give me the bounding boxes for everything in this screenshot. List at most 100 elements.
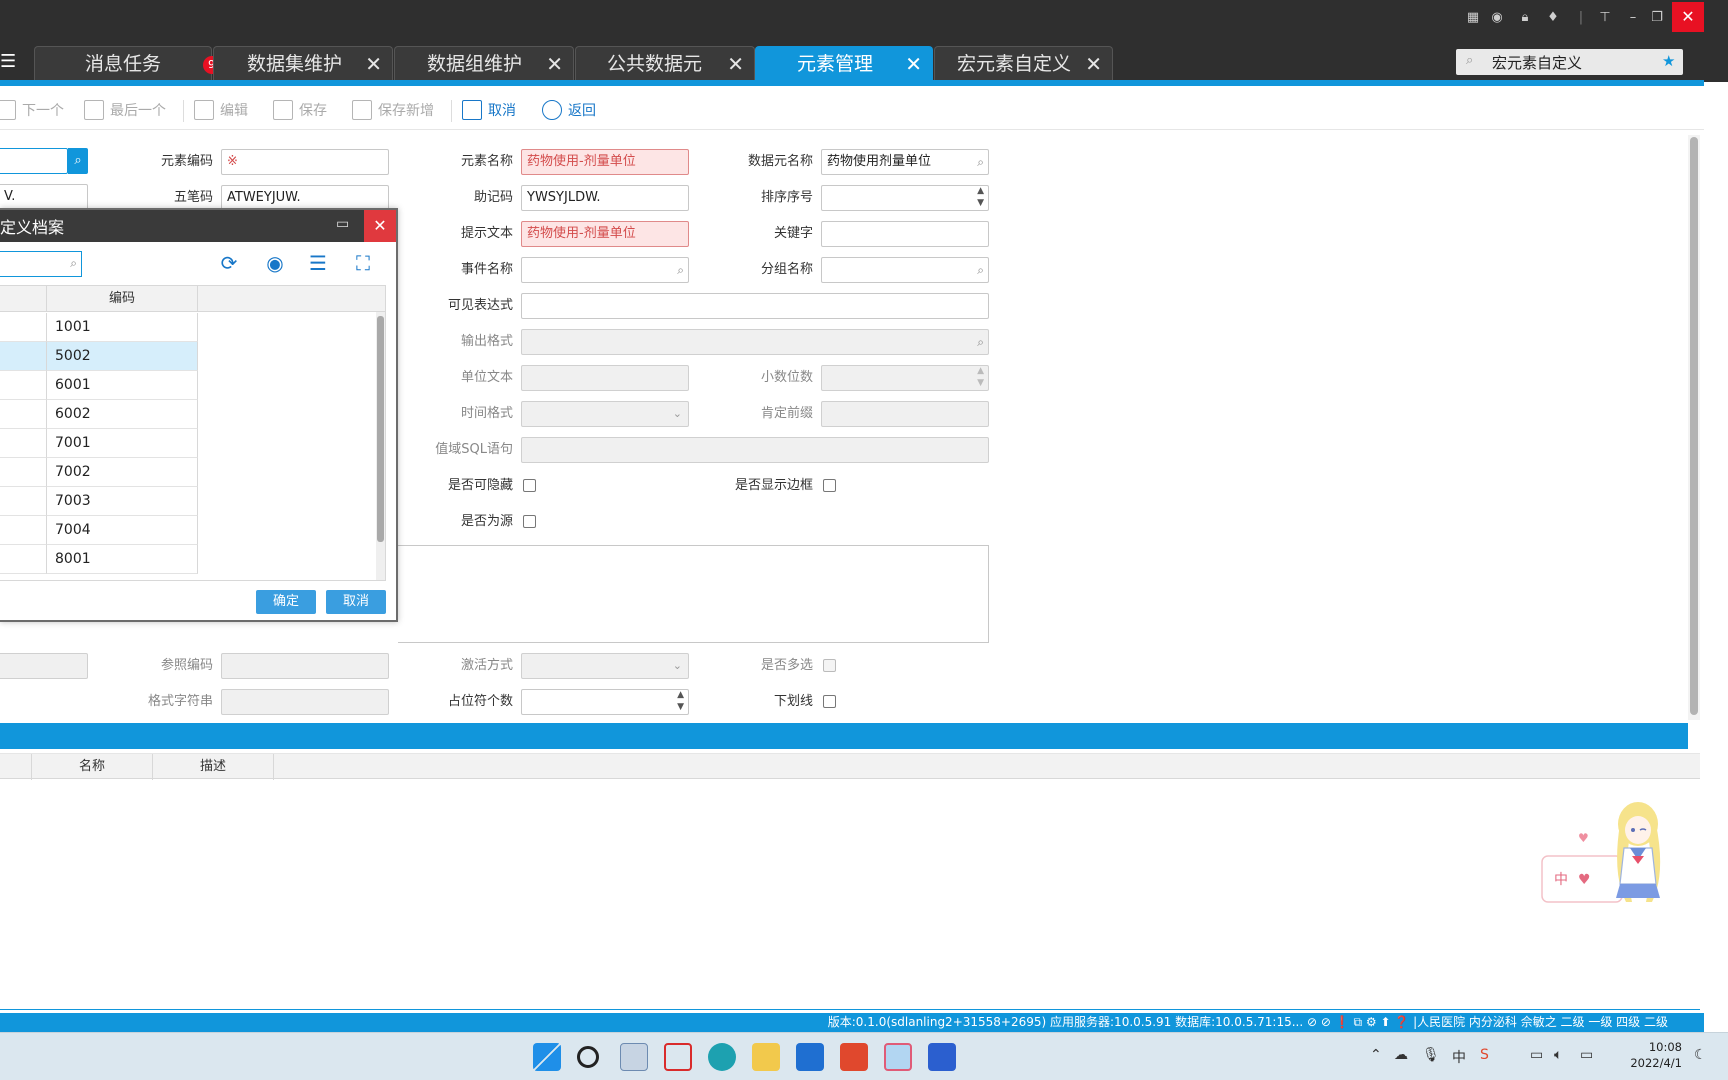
group-name-input[interactable]: ⌕ [821,257,989,283]
data-element-name-input[interactable]: 药物使用剂量单位 ⌕ [821,149,989,175]
dialog-search-input[interactable]: ⌕ [0,251,82,277]
tab-element-management[interactable]: 元素管理 ✕ [755,46,933,82]
network-icon[interactable]: ◉ [1488,9,1506,27]
mascot-widget[interactable]: 中 ♥ ♥ [1540,784,1678,906]
sort-no-stepper[interactable]: ▲ ▼ [821,185,989,211]
window-close-button[interactable]: ✕ [1672,2,1704,32]
calculator-icon[interactable]: ▦ [1464,9,1482,27]
table-row[interactable]: 6002 [0,400,376,429]
row-selector-cell[interactable] [0,487,46,516]
table-row[interactable]: 1001 [0,313,376,342]
save-button[interactable]: 保存 [273,100,327,122]
column-header-name[interactable]: 名称 [31,754,152,780]
left-search-input[interactable] [0,148,68,174]
keyword-input[interactable] [821,221,989,247]
scan-icon[interactable]: ⛶ [350,250,376,276]
tab-dataset-maintenance[interactable]: 数据集维护 ✕ [213,46,393,82]
row-selector-cell[interactable] [0,458,46,487]
show-border-checkbox[interactable] [823,479,836,492]
tab-search-box[interactable]: ⌕ 宏元素自定义 ★ [1456,49,1683,75]
row-selector-cell[interactable] [0,516,46,545]
left-partial-field[interactable]: V. [0,184,88,210]
cloud-icon[interactable]: ☁ [1394,1047,1408,1063]
refresh-icon[interactable]: ⟳ [216,250,242,276]
visible-expr-input[interactable] [521,293,989,319]
table-row[interactable]: 7001 [0,429,376,458]
table-row[interactable]: 6001 [0,371,376,400]
image-viewer-icon[interactable] [620,1043,648,1071]
save-new-button[interactable]: 保存新增 [352,100,434,122]
restore-icon[interactable]: ❐ [1648,9,1666,27]
spinner-icon[interactable]: ▲ ▼ [977,186,984,209]
table-row[interactable]: 7002 [0,458,376,487]
element-name-input[interactable]: 药物使用-剂量单位 [521,149,689,175]
scrollbar-thumb[interactable] [1690,137,1698,715]
table-row[interactable]: 7004 [0,516,376,545]
row-selector-cell[interactable] [0,429,46,458]
battery-icon[interactable]: ▭ [1580,1047,1593,1063]
hospital-app-icon[interactable] [884,1043,912,1071]
mnemonic-input[interactable]: YWSYJLDW. [521,185,689,211]
lock-icon[interactable]: 🔒︎ [1516,9,1534,27]
tab-close-icon[interactable]: ✕ [365,47,382,81]
search-icon[interactable] [577,1046,599,1068]
app-ith-icon[interactable] [796,1043,824,1071]
row-selector-cell[interactable] [0,342,46,371]
table-row[interactable]: 5002 [0,342,376,371]
speaker-icon[interactable]: 🔈︎ [1554,1047,1562,1063]
back-button[interactable]: 返回 [542,100,596,122]
tab-public-data-element[interactable]: 公共数据元 ✕ [575,46,755,82]
event-name-input[interactable]: ⌕ [521,257,689,283]
search-icon[interactable]: ⌕ [677,258,684,282]
dialog-close-button[interactable]: ✕ [364,210,396,242]
grid-scrollbar[interactable] [376,312,385,580]
element-code-input[interactable]: ※ [221,149,389,175]
system-clock[interactable]: 10:08 2022/4/1 [1612,1039,1682,1071]
placeholder-count-stepper[interactable]: ▲ ▼ [521,689,689,715]
column-header-code[interactable]: 编码 [46,286,198,312]
edge-browser-icon[interactable] [708,1043,736,1071]
chevron-up-icon[interactable]: ⌃ [1370,1047,1382,1063]
column-header-description[interactable]: 描述 [152,754,273,780]
spinner-icon[interactable]: ▲ ▼ [677,690,684,713]
row-selector-cell[interactable] [0,400,46,429]
left-search-button[interactable]: ⌕ [68,148,88,174]
tab-close-icon[interactable]: ✕ [905,47,922,81]
hideable-checkbox[interactable] [523,479,536,492]
row-selector-cell[interactable] [0,545,46,574]
main-scrollbar[interactable] [1688,135,1700,720]
dialog-cancel-button[interactable]: 取消 [326,590,386,614]
network-icon[interactable]: ▭ [1530,1047,1543,1063]
wps-icon[interactable] [840,1043,868,1071]
hint-text-input[interactable]: 药物使用-剂量单位 [521,221,689,247]
edit-button[interactable]: 编辑 [194,100,248,122]
minimize-icon[interactable]: – [1624,9,1642,27]
shirt-icon[interactable]: ♦ [1544,9,1562,27]
next-button[interactable]: 下一个 [0,100,64,122]
dialog-header[interactable]: 定义档案 ▭ ✕ [0,210,396,242]
star-icon[interactable]: ★ [1662,52,1675,70]
tab-close-icon[interactable]: ✕ [727,47,744,81]
microphone-icon[interactable]: 🎙︎ [1422,1047,1440,1063]
row-selector-cell[interactable] [0,313,46,342]
table-row[interactable]: 7003 [0,487,376,516]
wps-tray-icon[interactable]: S [1480,1047,1489,1063]
is-source-checkbox[interactable] [523,515,536,528]
moon-icon[interactable]: ☾ [1694,1047,1707,1063]
pin-icon[interactable]: ⊤ [1596,9,1614,27]
snipping-tool-icon[interactable] [664,1043,692,1071]
maximize-icon[interactable]: ▭ [336,216,349,232]
tab-message-tasks[interactable]: 消息任务 99+ [34,46,237,82]
tab-datagroup-maintenance[interactable]: 数据组维护 ✕ [394,46,574,82]
tab-macro-element-custom[interactable]: 宏元素自定义 ✕ [934,46,1113,82]
scrollbar-thumb[interactable] [377,316,384,542]
file-explorer-icon[interactable] [752,1043,780,1071]
table-row[interactable]: 8001 [0,545,376,574]
cancel-button[interactable]: 取消 [462,100,516,122]
list-icon[interactable]: ☰ [305,250,331,276]
search-icon[interactable]: ⌕ [977,150,984,174]
view-icon[interactable]: ◉ [262,250,288,276]
last-button[interactable]: 最后一个 [84,100,166,122]
ime-icon[interactable]: 中 [1452,1047,1466,1067]
description-textarea[interactable] [398,545,989,643]
